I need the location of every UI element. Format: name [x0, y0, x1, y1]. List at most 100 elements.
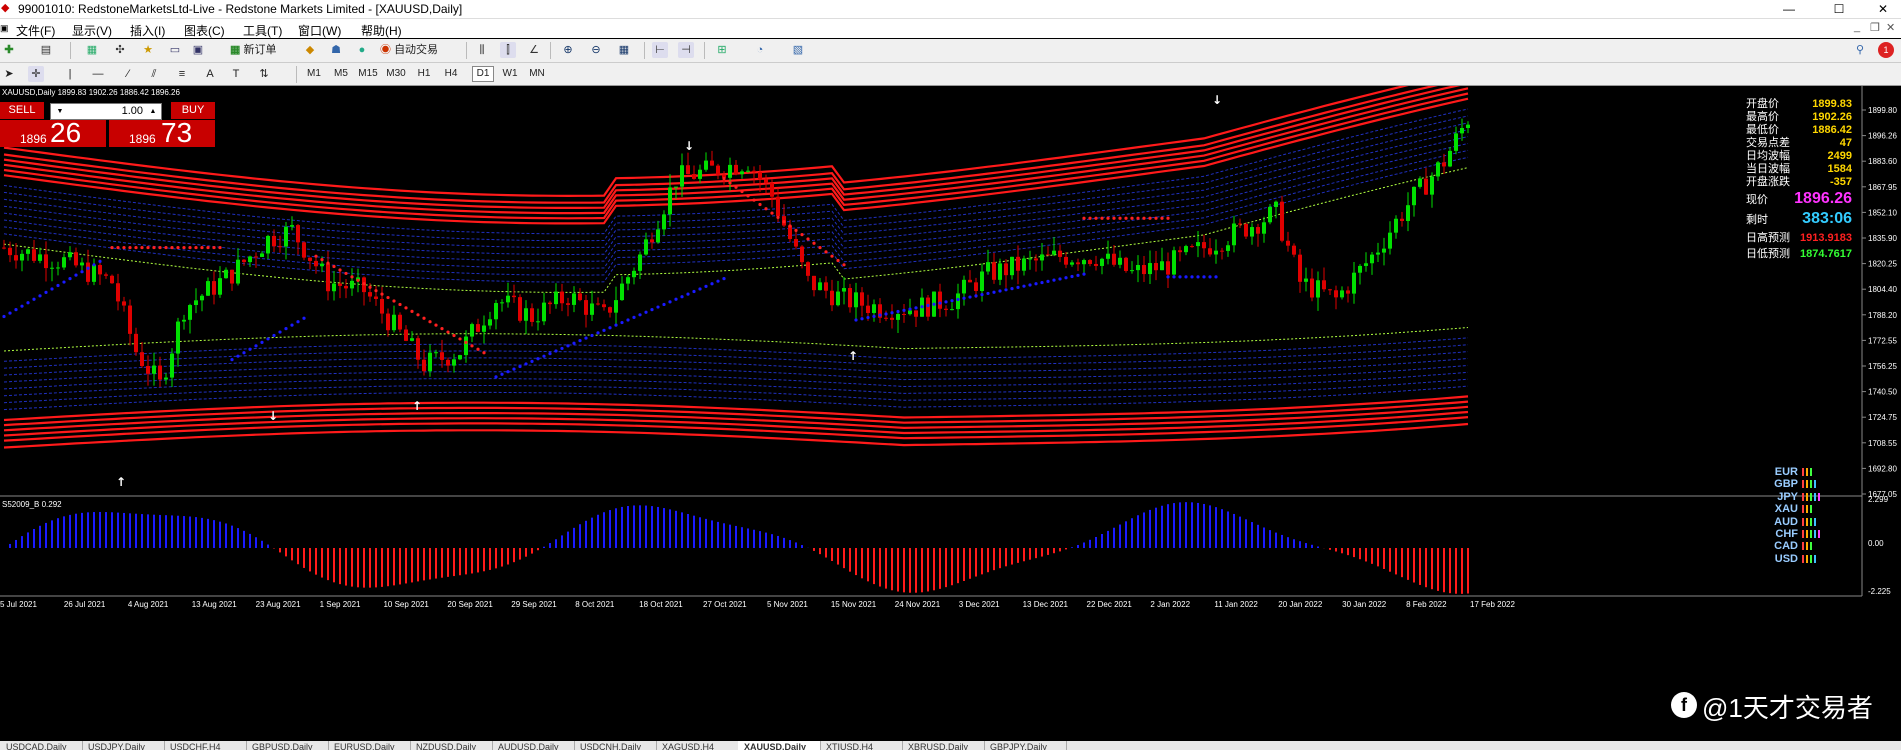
- terminal-icon[interactable]: ▭: [167, 42, 183, 58]
- candle-body: [1418, 178, 1422, 187]
- chart-tab[interactable]: USDCAD,Daily: [0, 741, 83, 750]
- candle-body: [938, 291, 942, 309]
- timeframe-m5[interactable]: M5: [331, 66, 351, 82]
- chart-tab[interactable]: GBPUSD,Daily: [246, 741, 329, 750]
- auto-trading-button[interactable]: ◉ 自动交易: [380, 42, 452, 58]
- new-order-button[interactable]: ▦ 新订单: [230, 42, 290, 58]
- chart-tab[interactable]: XAUUSD,Daily: [738, 741, 821, 750]
- stat-label: 最高价: [1746, 111, 1779, 123]
- chart-tab[interactable]: NZDUSD,Daily: [410, 741, 493, 750]
- menu-charts[interactable]: 图表(C): [184, 22, 225, 39]
- mdi-close-icon[interactable]: ✕: [1886, 21, 1895, 34]
- chart-tab[interactable]: USDCNH,Daily: [574, 741, 657, 750]
- candle-body: [1220, 250, 1224, 252]
- stop-dot: [158, 245, 162, 250]
- chart-tab[interactable]: XTIUSD,H4: [820, 741, 903, 750]
- watermark: @1天才交易者: [1702, 693, 1873, 723]
- market-icon[interactable]: ●: [354, 42, 370, 58]
- bar-chart-icon[interactable]: ⫼: [474, 42, 490, 58]
- indicators-icon[interactable]: ⊞: [714, 42, 730, 58]
- periods-icon[interactable]: ◔: [752, 42, 768, 58]
- chart-tab[interactable]: XBRUSD,Daily: [902, 741, 985, 750]
- mdi-restore-icon[interactable]: ❐: [1870, 21, 1880, 34]
- price-chart[interactable]: ↓ ↑ ↓ ↑ ↑ ↓ 1899.80 1896.26 1883.60 1867.95 1852.…: [0, 86, 1901, 610]
- stop-dot: [212, 245, 216, 250]
- strength-bar: [1810, 480, 1812, 489]
- stop-dot: [1166, 216, 1170, 220]
- stop-dot: [896, 309, 900, 314]
- ask-price[interactable]: 1896 73: [109, 118, 215, 148]
- restore-button[interactable]: ☐: [1822, 0, 1856, 18]
- chart-shift-icon[interactable]: ⊣: [678, 42, 694, 58]
- menu-window[interactable]: 窗口(W): [298, 22, 341, 39]
- line-chart-icon[interactable]: ∠: [526, 42, 542, 58]
- text-label-icon[interactable]: T: [228, 66, 244, 82]
- menu-view[interactable]: 显示(V): [72, 22, 112, 39]
- menu-tools[interactable]: 工具(T): [243, 22, 282, 39]
- search-icon[interactable]: ⚲: [1852, 42, 1868, 58]
- timeframe-w1[interactable]: W1: [500, 66, 520, 82]
- close-button[interactable]: ✕: [1866, 0, 1900, 18]
- candle-body: [308, 257, 312, 261]
- horizontal-line-icon[interactable]: —: [90, 66, 106, 82]
- chart-tab[interactable]: USDCHF,H4: [164, 741, 247, 750]
- tester-icon[interactable]: ▣: [190, 42, 206, 58]
- stop-dot: [686, 292, 690, 296]
- navigator-icon[interactable]: ★: [140, 42, 156, 58]
- profiles-icon[interactable]: ▤: [38, 42, 54, 58]
- zoom-in-icon[interactable]: ⊕: [560, 42, 576, 58]
- templates-icon[interactable]: ▧: [790, 42, 806, 58]
- currency-strength-meter: EUR GBP JPY XAU AUD CHF CAD USD: [1762, 466, 1842, 576]
- bid-price[interactable]: 1896 26: [0, 118, 106, 148]
- chart-tab[interactable]: EURUSD,Daily: [328, 741, 411, 750]
- candle-body: [662, 214, 666, 230]
- crosshair-icon[interactable]: ✛: [28, 66, 44, 82]
- doc-icon[interactable]: ▣: [0, 23, 9, 34]
- menu-file[interactable]: 文件(F): [16, 22, 55, 39]
- trendline-icon[interactable]: ⁄: [120, 66, 136, 82]
- chart-tab[interactable]: USDJPY,Daily: [82, 741, 165, 750]
- candle-body: [1154, 263, 1158, 271]
- timeframe-mn[interactable]: MN: [527, 66, 547, 82]
- candle-body: [440, 352, 444, 360]
- minimize-button[interactable]: —: [1772, 0, 1806, 18]
- timeframe-m15[interactable]: M15: [358, 66, 378, 82]
- stat-value: 47: [1839, 137, 1852, 149]
- channel-icon[interactable]: ⫽: [146, 66, 162, 82]
- timeframe-h4[interactable]: H4: [441, 66, 461, 82]
- timeframe-h1[interactable]: H1: [414, 66, 434, 82]
- market-watch-icon[interactable]: ▦: [84, 42, 100, 58]
- fibonacci-icon[interactable]: ≡: [174, 66, 190, 82]
- chart-tab[interactable]: XAGUSD,H4: [656, 741, 739, 750]
- notifications-badge[interactable]: 1: [1878, 42, 1894, 58]
- arrows-icon[interactable]: ⇅: [256, 66, 272, 82]
- stop-dot: [416, 313, 420, 317]
- chart-tab[interactable]: AUDUSD,Daily: [492, 741, 575, 750]
- mdi-minimize-icon[interactable]: _: [1854, 21, 1860, 33]
- timeframe-m1[interactable]: M1: [304, 66, 324, 82]
- chart-window[interactable]: ↓ ↑ ↓ ↑ ↑ ↓ 1899.80 1896.26 1883.60 1867.95 1852.…: [0, 86, 1901, 610]
- candle-body: [1268, 206, 1272, 223]
- metaeditor-icon[interactable]: ◆: [302, 42, 318, 58]
- vertical-line-icon[interactable]: |: [62, 66, 78, 82]
- candlestick-icon[interactable]: ⫿: [500, 42, 516, 58]
- zoom-out-icon[interactable]: ⊖: [588, 42, 604, 58]
- signals-icon[interactable]: ☗: [328, 42, 344, 58]
- tile-windows-icon[interactable]: ▦: [616, 42, 632, 58]
- menu-insert[interactable]: 插入(I): [130, 22, 165, 39]
- strength-bar: [1802, 554, 1804, 563]
- menu-help[interactable]: 帮助(H): [361, 22, 402, 39]
- sub-tick-label: -2.225: [1868, 587, 1891, 596]
- cursor-icon[interactable]: ➤: [1, 66, 17, 82]
- data-window-icon[interactable]: ✣: [112, 42, 128, 58]
- currency-name: CAD: [1774, 540, 1798, 553]
- new-chart-icon[interactable]: ✚: [1, 42, 17, 58]
- timeframe-m30[interactable]: M30: [386, 66, 406, 82]
- stop-dot: [74, 273, 78, 277]
- timeframe-d1[interactable]: D1: [472, 66, 494, 82]
- lot-up-icon[interactable]: ▲: [146, 104, 160, 119]
- auto-scroll-icon[interactable]: ⊢: [652, 42, 668, 58]
- sell-button[interactable]: SELL: [0, 102, 44, 119]
- chart-tab[interactable]: GBPJPY,Daily: [984, 741, 1067, 750]
- text-icon[interactable]: A: [202, 66, 218, 82]
